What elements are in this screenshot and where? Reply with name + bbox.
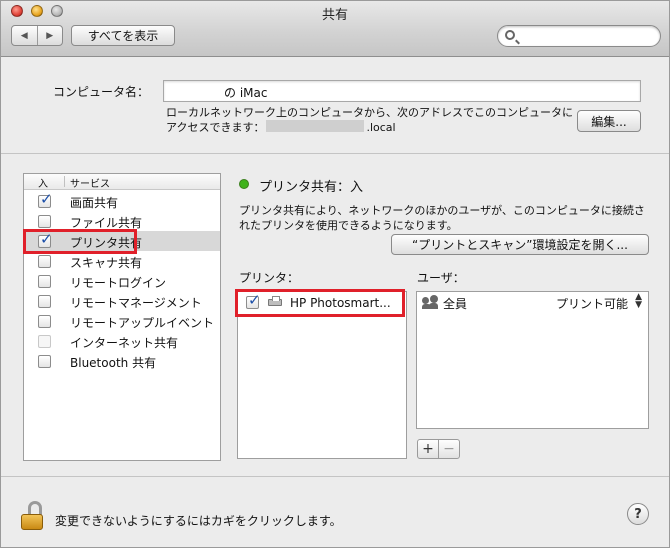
service-label: プリンタ共有 — [70, 236, 143, 250]
service-checkbox[interactable] — [38, 255, 51, 268]
service-label: インターネット共有 — [70, 336, 179, 350]
service-row[interactable]: ファイル共有 — [24, 211, 220, 231]
back-arrow-icon[interactable]: ◀ — [12, 26, 37, 45]
printer-list: ✓ HP Photosmart... — [237, 291, 407, 459]
permission-popup[interactable]: プリント可能 — [556, 295, 628, 312]
lock-icon[interactable] — [21, 501, 47, 531]
service-row[interactable]: Bluetooth 共有 — [24, 351, 220, 371]
title-bar: 共有 ◀ ▶ すべてを表示 — [1, 1, 669, 57]
column-separator — [64, 176, 65, 187]
window-title: 共有 — [321, 8, 348, 23]
section-divider — [1, 153, 669, 154]
address-line-2: アクセスできます： .local — [166, 120, 576, 135]
checkmark-icon: ✓ — [40, 230, 53, 248]
back-forward-control: ◀ ▶ — [11, 25, 63, 46]
search-input[interactable] — [497, 25, 661, 47]
group-icon — [422, 295, 438, 309]
remove-user-button[interactable]: − — [438, 439, 460, 459]
users-label: ユーザ： — [417, 271, 465, 285]
address-prefix: アクセスできます： — [166, 121, 265, 134]
service-checkbox[interactable] — [38, 295, 51, 308]
computer-name-label: コンピュータ名： — [53, 85, 150, 99]
search-icon — [505, 30, 515, 40]
description-line-1: プリンタ共有により、ネットワークのほかのユーザが、このコンピュータに接続さ — [239, 204, 645, 217]
service-row[interactable]: リモートアップルイベント — [24, 311, 220, 331]
user-name: 全員 — [443, 297, 468, 311]
service-row[interactable]: スキャナ共有 — [24, 251, 220, 271]
address-line-1: ローカルネットワーク上のコンピュータから、次のアドレスでこのコンピュータに — [166, 106, 573, 119]
column-header-on[interactable]: 入 — [38, 175, 48, 190]
printer-row[interactable]: ✓ HP Photosmart... — [238, 292, 406, 314]
service-checkbox[interactable]: ✓ — [38, 231, 53, 248]
service-status: プリンタ共有：入 — [259, 180, 364, 195]
user-row[interactable]: 全員 プリント可能 ▲ ▼ — [417, 292, 648, 314]
service-checkbox[interactable] — [38, 275, 51, 288]
service-checkbox[interactable] — [38, 215, 51, 228]
service-list: 入 サービス ✓ 画面共有ファイル共有 ✓ プリンタ共有 スキャナ共有リモートログインリ… — [23, 173, 221, 461]
printers-label: プリンタ： — [239, 271, 300, 285]
show-all-button[interactable]: すべてを表示 — [71, 25, 175, 46]
service-label: リモートアップルイベント — [70, 316, 215, 330]
redacted-address — [266, 120, 365, 132]
service-row[interactable]: ✓ 画面共有 — [24, 191, 220, 211]
edit-button[interactable]: 編集... — [577, 110, 641, 132]
service-label: リモートログイン — [70, 276, 167, 290]
forward-arrow-icon[interactable]: ▶ — [36, 26, 63, 45]
service-label: ファイル共有 — [70, 216, 143, 230]
service-checkbox[interactable]: ✓ — [38, 191, 53, 208]
service-checkbox[interactable] — [38, 355, 51, 368]
checkmark-icon: ✓ — [248, 291, 261, 309]
service-label: 画面共有 — [70, 196, 119, 210]
computer-address-description: ローカルネットワーク上のコンピュータから、次のアドレスでこのコンピュータに アク… — [166, 105, 576, 135]
popup-arrows-icon[interactable]: ▲ ▼ — [635, 293, 642, 310]
description-line-2: れたプリンタを使用できるようになります。 — [239, 219, 458, 232]
status-indicator-icon — [239, 179, 249, 189]
add-user-button[interactable]: + — [417, 439, 439, 459]
help-button[interactable]: ? — [627, 503, 649, 525]
printer-icon — [268, 296, 282, 306]
column-header-service[interactable]: サービス — [70, 175, 110, 190]
open-print-scan-prefs-button[interactable]: “プリントとスキャン”環境設定を開く... — [391, 234, 649, 255]
printer-checkbox[interactable]: ✓ — [246, 292, 261, 309]
footer-divider — [1, 476, 669, 477]
service-label: リモートマネージメント — [70, 296, 202, 310]
address-suffix: .local — [366, 121, 396, 134]
checkmark-icon: ✓ — [40, 190, 53, 208]
service-row[interactable]: リモートマネージメント — [24, 291, 220, 311]
user-list: 全員 プリント可能 ▲ ▼ — [416, 291, 649, 429]
lock-message: 変更できないようにするにはカギをクリックします。 — [55, 514, 342, 528]
sharing-window: 共有 ◀ ▶ すべてを表示 コンピュータ名： の iMac ローカルネットワーク… — [0, 0, 670, 548]
service-checkbox — [38, 335, 51, 348]
service-row[interactable]: インターネット共有 — [24, 331, 220, 351]
service-checkbox[interactable] — [38, 315, 51, 328]
service-row[interactable]: リモートログイン — [24, 271, 220, 291]
service-row[interactable]: ✓ プリンタ共有 — [24, 231, 220, 251]
service-label: スキャナ共有 — [70, 256, 143, 270]
service-description: プリンタ共有により、ネットワークのほかのユーザが、このコンピュータに接続さ れた… — [239, 203, 651, 233]
service-label: Bluetooth 共有 — [70, 356, 157, 370]
computer-name-field[interactable]: の iMac — [163, 80, 641, 102]
service-list-header: 入 サービス — [24, 174, 220, 190]
printer-name: HP Photosmart... — [290, 296, 391, 310]
